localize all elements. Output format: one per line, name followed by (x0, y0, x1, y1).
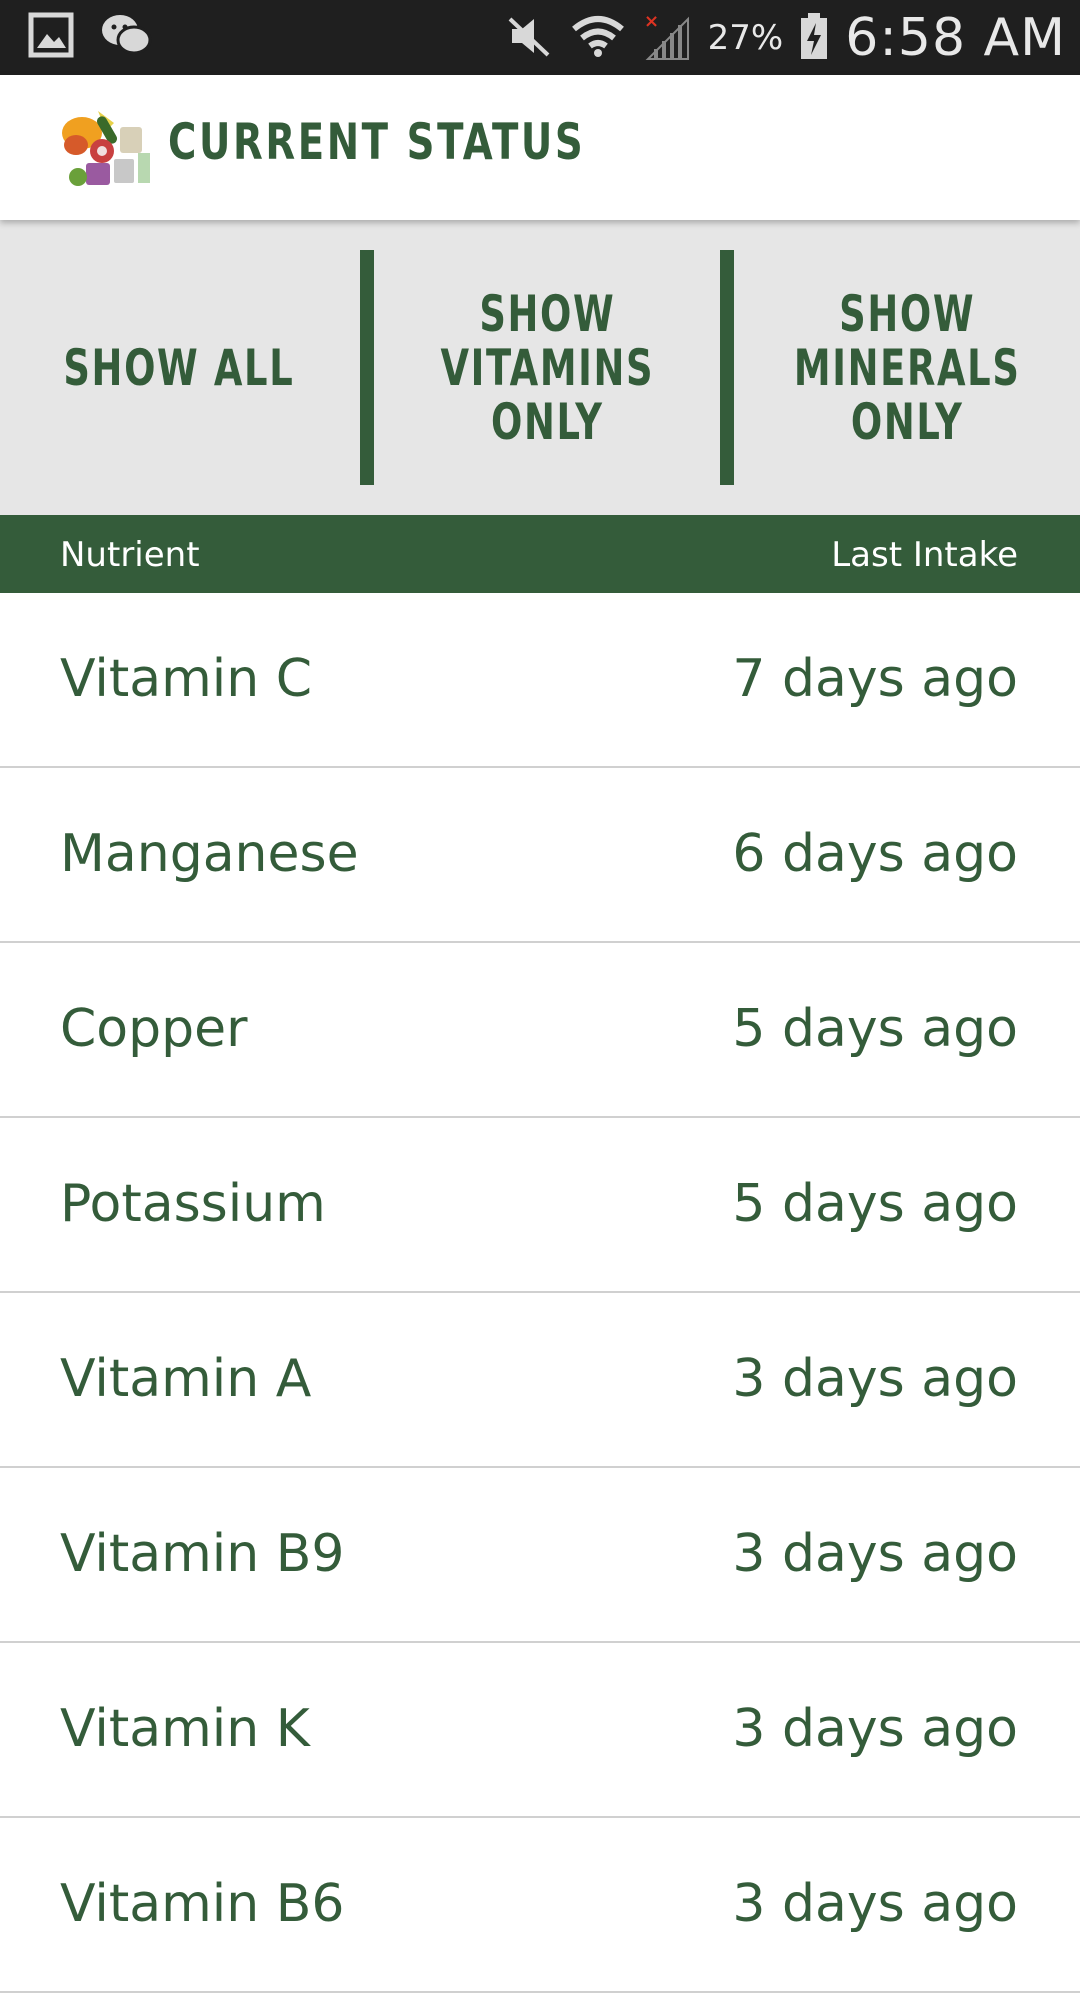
nutrient-name: Potassium (60, 1174, 326, 1234)
column-header-nutrient: Nutrient (60, 535, 200, 575)
nutrient-name: Vitamin C (60, 649, 313, 709)
last-intake-value: 3 days ago (732, 1699, 1018, 1759)
nutrient-name: Vitamin B6 (60, 1874, 345, 1934)
filter-bar: SHOW ALL SHOW VITAMINS ONLY SHOW MINERAL… (0, 220, 1080, 515)
page-title: CURRENT STATUS (168, 113, 586, 171)
last-intake-value: 3 days ago (732, 1349, 1018, 1409)
last-intake-value: 6 days ago (732, 824, 1018, 884)
filter-divider (360, 250, 374, 485)
wechat-icon (100, 12, 152, 62)
table-row[interactable]: Vitamin B6 3 days ago (0, 1818, 1080, 1993)
clock: 6:58 AM (845, 7, 1066, 68)
nutrient-list[interactable]: Vitamin C 7 days ago Manganese 6 days ag… (0, 593, 1080, 1993)
svg-text:×: × (644, 11, 659, 32)
battery-percent: 27% (707, 17, 784, 58)
signal-icon: × (642, 11, 692, 65)
last-intake-value: 3 days ago (732, 1524, 1018, 1584)
app-logo (58, 105, 158, 191)
show-minerals-only-label: SHOW MINERALS ONLY (793, 284, 1021, 451)
table-row[interactable]: Vitamin A 3 days ago (0, 1293, 1080, 1468)
status-bar: × 27% 6:58 AM (0, 0, 1080, 75)
last-intake-value: 3 days ago (732, 1874, 1018, 1934)
battery-charging-icon (799, 11, 829, 65)
filter-divider (720, 250, 734, 485)
app-header: CURRENT STATUS (0, 75, 1080, 220)
nutrient-name: Copper (60, 999, 248, 1059)
show-all-button[interactable]: SHOW ALL (0, 250, 358, 485)
table-row[interactable]: Copper 5 days ago (0, 943, 1080, 1118)
show-vitamins-only-label: SHOW VITAMINS ONLY (440, 284, 654, 451)
column-header-last-intake: Last Intake (831, 535, 1018, 575)
gallery-icon (28, 12, 74, 62)
nutrient-name: Vitamin K (60, 1699, 310, 1759)
nutrient-name: Manganese (60, 824, 359, 884)
table-row[interactable]: Vitamin B9 3 days ago (0, 1468, 1080, 1643)
table-row[interactable]: Potassium 5 days ago (0, 1118, 1080, 1293)
last-intake-value: 5 days ago (732, 1174, 1018, 1234)
table-row[interactable]: Vitamin K 3 days ago (0, 1643, 1080, 1818)
nutrient-name: Vitamin A (60, 1349, 312, 1409)
last-intake-value: 7 days ago (732, 649, 1018, 709)
show-minerals-only-button[interactable]: SHOW MINERALS ONLY (734, 250, 1080, 485)
mute-icon (504, 13, 554, 63)
show-all-label: SHOW ALL (63, 338, 295, 397)
wifi-icon (570, 13, 626, 63)
nutrient-name: Vitamin B9 (60, 1524, 345, 1584)
table-row[interactable]: Manganese 6 days ago (0, 768, 1080, 943)
table-header: Nutrient Last Intake (0, 515, 1080, 593)
show-vitamins-only-button[interactable]: SHOW VITAMINS ONLY (374, 250, 720, 485)
last-intake-value: 5 days ago (732, 999, 1018, 1059)
table-row[interactable]: Vitamin C 7 days ago (0, 593, 1080, 768)
